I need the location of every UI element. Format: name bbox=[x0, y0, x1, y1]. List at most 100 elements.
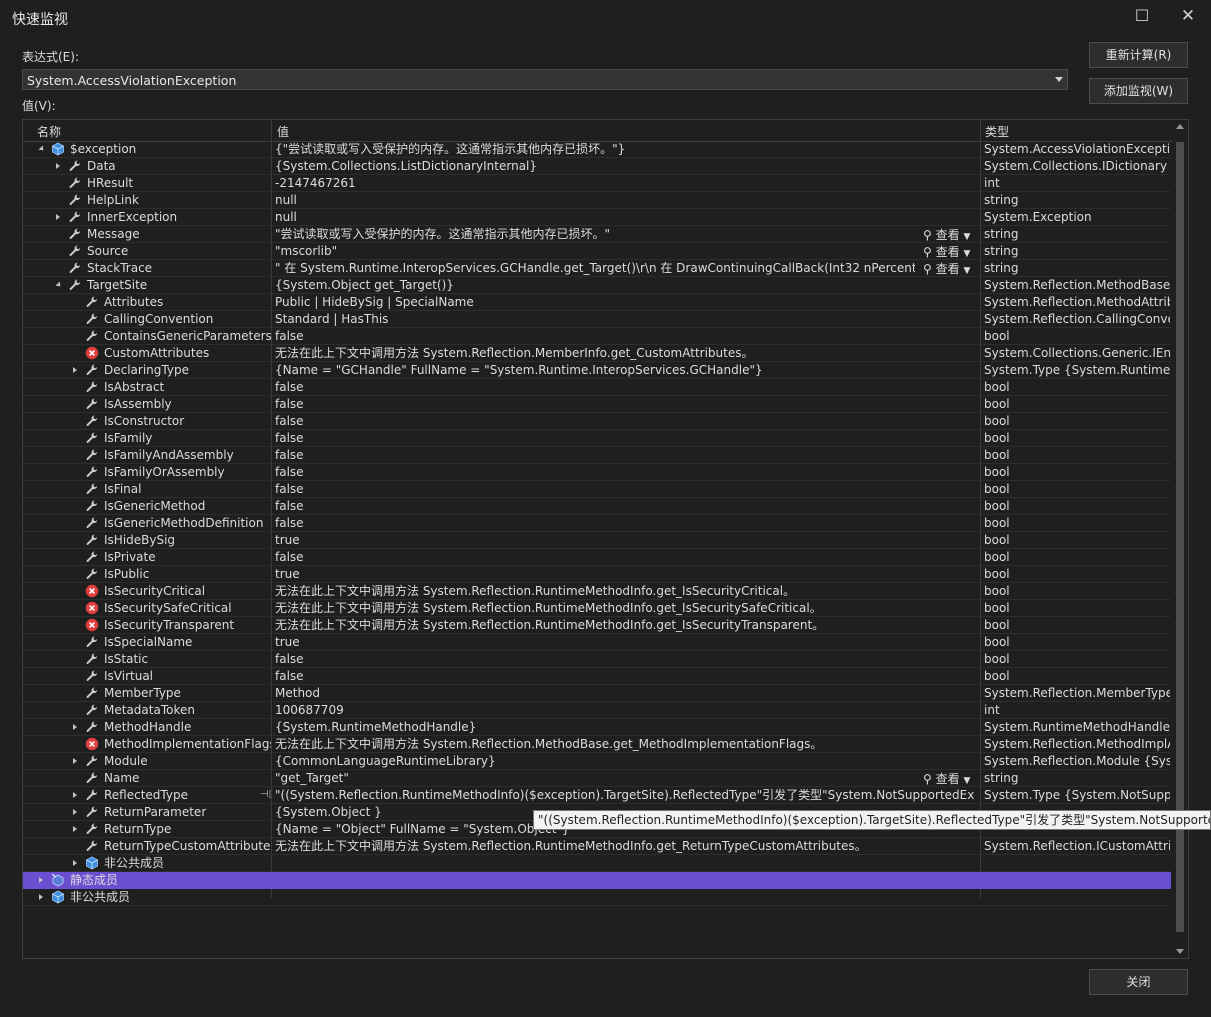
table-row[interactable]: Module {CommonLanguageRuntimeLibrary} Syst… bbox=[23, 753, 1171, 770]
value-cell[interactable]: null bbox=[275, 192, 975, 208]
table-row[interactable]: IsPublic true bool bbox=[23, 566, 1171, 583]
table-row[interactable]: IsAssembly false bool bbox=[23, 396, 1171, 413]
scroll-down-icon[interactable] bbox=[1176, 949, 1184, 954]
value-cell[interactable]: 无法在此上下文中调用方法 System.Reflection.MethodBas… bbox=[275, 736, 975, 752]
value-cell[interactable]: false bbox=[275, 549, 975, 565]
value-cell[interactable]: {Name = "GCHandle" FullName = "System.Ru… bbox=[275, 362, 975, 378]
value-cell[interactable]: false bbox=[275, 668, 975, 684]
table-row[interactable]: IsFamilyOrAssembly false bool bbox=[23, 464, 1171, 481]
table-row[interactable]: IsFamilyAndAssembly false bool bbox=[23, 447, 1171, 464]
value-cell[interactable]: -2147467261 bbox=[275, 175, 975, 191]
value-cell[interactable]: 无法在此上下文中调用方法 System.Reflection.RuntimeMe… bbox=[275, 617, 975, 633]
value-cell[interactable]: 无法在此上下文中调用方法 System.Reflection.MemberInf… bbox=[275, 345, 975, 361]
value-cell[interactable]: Standard | HasThis bbox=[275, 311, 975, 327]
expand-icon[interactable] bbox=[56, 163, 60, 169]
expression-combobox[interactable]: System.AccessViolationException bbox=[22, 69, 1068, 90]
table-row[interactable]: IsSecurityTransparent 无法在此上下文中调用方法 System… bbox=[23, 617, 1171, 634]
value-cell[interactable]: false bbox=[275, 481, 975, 497]
value-cell[interactable]: false bbox=[275, 328, 975, 344]
table-row[interactable]: IsSecurityCritical 无法在此上下文中调用方法 System.Re… bbox=[23, 583, 1171, 600]
expand-icon[interactable] bbox=[73, 860, 77, 866]
expand-icon[interactable] bbox=[39, 877, 43, 883]
table-row[interactable]: ContainsGenericParameters false bool bbox=[23, 328, 1171, 345]
value-cell[interactable]: 无法在此上下文中调用方法 System.Reflection.RuntimeMe… bbox=[275, 600, 975, 616]
table-row[interactable]: ReturnTypeCustomAttributes 无法在此上下文中调用方法 S… bbox=[23, 838, 1171, 855]
value-cell[interactable]: false bbox=[275, 515, 975, 531]
value-cell[interactable]: {System.Object get_Target()} bbox=[275, 277, 975, 293]
table-row[interactable]: HResult -2147467261 int bbox=[23, 175, 1171, 192]
value-cell[interactable]: false bbox=[275, 651, 975, 667]
table-row[interactable]: IsAbstract false bool bbox=[23, 379, 1171, 396]
table-row[interactable]: HelpLink null string bbox=[23, 192, 1171, 209]
table-row[interactable]: DeclaringType {Name = "GCHandle" FullName… bbox=[23, 362, 1171, 379]
expand-icon[interactable] bbox=[56, 214, 60, 220]
value-cell[interactable]: false bbox=[275, 498, 975, 514]
column-header-type[interactable]: 类型 bbox=[985, 123, 1009, 140]
value-cell[interactable] bbox=[275, 872, 975, 888]
expand-icon[interactable] bbox=[73, 809, 77, 815]
value-cell[interactable]: false bbox=[275, 464, 975, 480]
table-row[interactable]: IsSecuritySafeCritical 无法在此上下文中调用方法 Syste… bbox=[23, 600, 1171, 617]
table-row[interactable]: IsSpecialName true bool bbox=[23, 634, 1171, 651]
table-row[interactable]: MethodHandle {System.RuntimeMethodHandle}… bbox=[23, 719, 1171, 736]
watch-grid[interactable]: 名称 值 类型 $exception {"尝试读取或写入受保护的内存。这通常指示其… bbox=[22, 119, 1189, 959]
value-cell[interactable]: {CommonLanguageRuntimeLibrary} bbox=[275, 753, 975, 769]
table-row[interactable]: $exception {"尝试读取或写入受保护的内存。这通常指示其他内存已损坏。"… bbox=[23, 141, 1171, 158]
table-row[interactable]: 非公共成员 bbox=[23, 855, 1171, 872]
expand-icon[interactable] bbox=[73, 724, 77, 730]
table-row[interactable]: Message "尝试读取或写入受保护的内存。这通常指示其他内存已损坏。" ⚲ 查看… bbox=[23, 226, 1171, 243]
table-row[interactable]: MetadataToken 100687709 int bbox=[23, 702, 1171, 719]
chevron-down-icon[interactable]: ▼ bbox=[963, 249, 970, 259]
table-row[interactable]: IsConstructor false bool bbox=[23, 413, 1171, 430]
value-cell[interactable]: true bbox=[275, 634, 975, 650]
table-row[interactable]: IsStatic false bool bbox=[23, 651, 1171, 668]
chevron-down-icon[interactable]: ▼ bbox=[963, 232, 970, 242]
collapse-icon[interactable] bbox=[55, 281, 63, 289]
chevron-down-icon[interactable]: ▼ bbox=[963, 266, 970, 276]
table-row[interactable]: Data {System.Collections.ListDictionaryIn… bbox=[23, 158, 1171, 175]
table-row[interactable]: IsPrivate false bool bbox=[23, 549, 1171, 566]
table-row[interactable]: IsGenericMethod false bool bbox=[23, 498, 1171, 515]
value-cell[interactable]: "((System.Reflection.RuntimeMethodInfo)(… bbox=[275, 787, 975, 803]
value-cell[interactable]: false bbox=[275, 396, 975, 412]
expand-icon[interactable] bbox=[39, 894, 43, 900]
view-button[interactable]: ⚲ 查看 ▼ bbox=[923, 243, 970, 260]
table-row[interactable]: IsGenericMethodDefinition false bool bbox=[23, 515, 1171, 532]
view-button[interactable]: ⚲ 查看 ▼ bbox=[923, 770, 970, 787]
table-row[interactable]: MethodImplementationFlags 无法在此上下文中调用方法 Sy… bbox=[23, 736, 1171, 753]
value-cell[interactable]: false bbox=[275, 379, 975, 395]
chevron-down-icon[interactable] bbox=[1055, 77, 1063, 82]
table-row[interactable]: 静态成员 bbox=[23, 872, 1171, 889]
value-cell[interactable]: null bbox=[275, 209, 975, 225]
table-row[interactable]: IsFamily false bool bbox=[23, 430, 1171, 447]
column-header-name[interactable]: 名称 bbox=[37, 123, 61, 140]
expand-icon[interactable] bbox=[73, 792, 77, 798]
table-row[interactable]: ReflectedType ⊣□"((System.Reflection.Runt… bbox=[23, 787, 1171, 804]
table-row[interactable]: InnerException null System.Exception bbox=[23, 209, 1171, 226]
value-cell[interactable]: "get_Target" bbox=[275, 770, 915, 786]
value-cell[interactable]: {System.RuntimeMethodHandle} bbox=[275, 719, 975, 735]
table-row[interactable]: IsFinal false bool bbox=[23, 481, 1171, 498]
table-row[interactable]: Attributes Public | HideBySig | SpecialNa… bbox=[23, 294, 1171, 311]
scroll-up-icon[interactable] bbox=[1176, 124, 1184, 129]
value-cell[interactable]: 100687709 bbox=[275, 702, 975, 718]
pin-icon[interactable]: ⊣□ bbox=[260, 787, 271, 803]
maximize-icon[interactable]: ☐ bbox=[1127, 4, 1157, 28]
value-cell[interactable]: false bbox=[275, 447, 975, 463]
value-cell[interactable]: " 在 System.Runtime.InteropServices.GCHan… bbox=[275, 260, 915, 276]
column-header-value[interactable]: 值 bbox=[277, 123, 289, 140]
table-row[interactable]: Source "mscorlib" ⚲ 查看 ▼ string bbox=[23, 243, 1171, 260]
value-cell[interactable] bbox=[275, 889, 975, 905]
recalculate-button[interactable]: 重新计算(R) bbox=[1089, 42, 1188, 68]
value-cell[interactable]: {System.Collections.ListDictionaryIntern… bbox=[275, 158, 975, 174]
view-button[interactable]: ⚲ 查看 ▼ bbox=[923, 226, 970, 243]
chevron-down-icon[interactable]: ▼ bbox=[963, 776, 970, 786]
expand-icon[interactable] bbox=[73, 826, 77, 832]
table-row[interactable]: MemberType Method System.Reflection.Member… bbox=[23, 685, 1171, 702]
value-cell[interactable]: "mscorlib" bbox=[275, 243, 915, 259]
expand-icon[interactable] bbox=[73, 758, 77, 764]
view-button[interactable]: ⚲ 查看 ▼ bbox=[923, 260, 970, 277]
table-row[interactable]: 非公共成员 bbox=[23, 889, 1171, 906]
close-icon[interactable]: ✕ bbox=[1173, 4, 1203, 28]
expand-icon[interactable] bbox=[73, 367, 77, 373]
